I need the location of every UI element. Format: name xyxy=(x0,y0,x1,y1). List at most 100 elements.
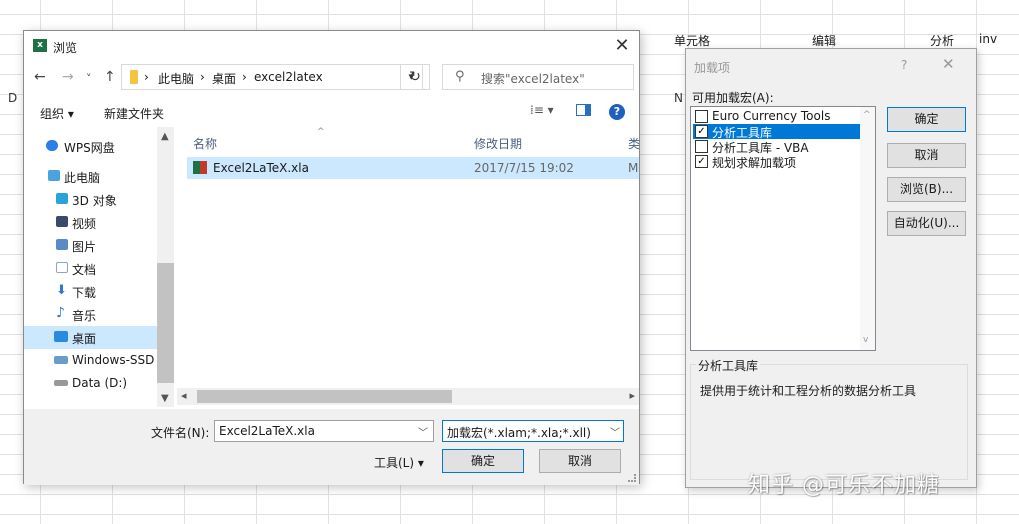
drive-icon xyxy=(54,356,68,364)
help-icon[interactable]: ? xyxy=(609,104,625,120)
resize-grip-icon[interactable] xyxy=(628,474,636,482)
video-icon xyxy=(56,216,68,227)
organize-menu[interactable]: 组织 ▾ xyxy=(40,105,74,122)
sidebar-item-documents[interactable]: 文档 xyxy=(24,257,174,280)
ok-button[interactable]: 确定 xyxy=(442,449,524,473)
cancel-button[interactable]: 取消 xyxy=(887,143,966,168)
sidebar-item-label: Data (D:) xyxy=(72,376,128,390)
column-header-n[interactable]: N xyxy=(674,91,683,105)
sidebar-item-this-pc[interactable]: 此电脑 xyxy=(24,165,174,188)
help-icon[interactable]: ? xyxy=(901,58,907,72)
available-addins-label: 可用加载宏(A): xyxy=(692,91,774,105)
sidebar-item-3d-objects[interactable]: 3D 对象 xyxy=(24,188,174,211)
excel-ribbon: 单元格 编辑 分析 inv xyxy=(640,24,1019,48)
column-header-date[interactable]: 修改日期 xyxy=(474,135,522,152)
scroll-right-icon[interactable]: ▸ xyxy=(629,389,635,402)
back-arrow-icon[interactable]: ← xyxy=(34,69,46,85)
document-icon xyxy=(56,262,68,273)
download-icon: ⬇ xyxy=(56,283,67,298)
checkbox[interactable]: ✓ xyxy=(695,125,708,138)
recent-locations-icon[interactable]: ˅ xyxy=(86,72,92,85)
addins-list-scrollbar[interactable]: ^ v xyxy=(860,107,875,350)
drive-icon xyxy=(54,380,68,386)
close-icon[interactable]: ✕ xyxy=(942,55,955,73)
search-box[interactable]: ⚲ 搜索"excel2latex" xyxy=(442,64,634,90)
checkbox[interactable]: ✓ xyxy=(695,155,708,168)
list-item[interactable]: Euro Currency Tools xyxy=(693,109,861,124)
chevron-down-icon[interactable]: ﹀ xyxy=(418,424,428,439)
browse-titlebar[interactable]: x 浏览 ✕ xyxy=(24,31,639,61)
addins-dialog: 加载项 ? ✕ 可用加载宏(A): Euro Currency Tools ✓ … xyxy=(685,48,977,488)
list-item[interactable]: ✓ 分析工具库 xyxy=(693,124,861,140)
sidebar-item-label: Windows-SSD ( xyxy=(72,353,157,367)
column-header-type[interactable]: 类 xyxy=(628,135,640,152)
sidebar-item-label: 此电脑 xyxy=(64,171,101,185)
scroll-left-icon[interactable]: ◂ xyxy=(181,389,187,402)
sidebar-item-label: 视频 xyxy=(72,217,97,231)
address-bar[interactable]: › 此电脑 › 桌面 › excel2latex ▾ xyxy=(121,64,423,90)
tools-menu[interactable]: 工具(L) ▾ xyxy=(374,454,424,471)
breadcrumb-this-pc[interactable]: 此电脑 xyxy=(158,70,194,87)
breadcrumb-separator: › xyxy=(200,70,205,84)
addins-list[interactable]: Euro Currency Tools ✓ 分析工具库 分析工具库 - VBA … xyxy=(690,106,876,351)
sidebar-item-videos[interactable]: 视频 xyxy=(24,211,174,234)
refresh-icon[interactable]: ↻ xyxy=(400,64,430,90)
sidebar-item-label: 下载 xyxy=(72,286,97,300)
ok-button[interactable]: 确定 xyxy=(887,107,966,132)
search-input[interactable]: 搜索"excel2latex" xyxy=(481,70,585,87)
list-item[interactable]: ✓ 规划求解加载项 xyxy=(693,154,861,170)
browse-button[interactable]: 浏览(B)... xyxy=(887,177,966,202)
sidebar-scroll-thumb[interactable] xyxy=(157,263,174,383)
sidebar-item-windows-ssd[interactable]: Windows-SSD ( xyxy=(24,349,157,372)
up-arrow-icon[interactable]: ↑ xyxy=(104,69,116,85)
browse-dialog: x 浏览 ✕ ← → ˅ ↑ › 此电脑 › 桌面 › excel2latex … xyxy=(23,30,640,485)
forward-arrow-icon[interactable]: → xyxy=(62,69,74,85)
sidebar-item-data-drive[interactable]: Data (D:) xyxy=(24,372,157,395)
view-options-icon[interactable]: ⁞≡ ▾ xyxy=(530,103,554,117)
preview-pane-icon[interactable] xyxy=(576,104,591,116)
file-list-hscrollbar[interactable]: ◂ ▸ xyxy=(177,388,639,405)
filename-input[interactable]: Excel2LaTeX.xla xyxy=(214,420,434,442)
ribbon-analyze[interactable]: 分析 xyxy=(930,32,954,49)
hscroll-thumb[interactable] xyxy=(197,390,452,403)
column-header-d[interactable]: D xyxy=(8,91,17,105)
breadcrumb-lead-chevron[interactable]: › xyxy=(144,70,149,84)
excel-app-icon: x xyxy=(33,39,47,52)
chevron-down-icon[interactable]: ﹀ xyxy=(610,424,620,439)
file-list: ^ 名称 修改日期 类 Excel2LaTeX.xla 2017/7/15 19… xyxy=(177,127,640,407)
ribbon-cells[interactable]: 单元格 xyxy=(674,32,710,49)
list-item[interactable]: 分析工具库 - VBA xyxy=(693,139,861,155)
automation-button[interactable]: 自动化(U)... xyxy=(887,211,966,236)
file-name: Excel2LaTeX.xla xyxy=(213,161,309,175)
sort-ascending-icon: ^ xyxy=(317,127,325,137)
sidebar-item-pictures[interactable]: 图片 xyxy=(24,234,174,257)
sidebar-item-wps-cloud[interactable]: WPS网盘 xyxy=(24,135,174,158)
file-row[interactable]: Excel2LaTeX.xla 2017/7/15 19:02 M xyxy=(187,157,639,179)
watermark: 知乎 @可乐不加糖 xyxy=(748,473,940,498)
sidebar-item-desktop[interactable]: 桌面 xyxy=(24,326,157,349)
checkbox[interactable] xyxy=(695,140,708,153)
addin-label: Euro Currency Tools xyxy=(712,109,831,123)
ribbon-edit[interactable]: 编辑 xyxy=(812,32,836,49)
scroll-down-icon[interactable]: v xyxy=(863,335,868,345)
filetype-select[interactable]: 加载宏(*.xlam;*.xla;*.xll) xyxy=(442,420,624,442)
sidebar-item-label: 3D 对象 xyxy=(72,194,117,208)
folder-icon xyxy=(130,70,138,84)
sidebar-item-music[interactable]: ♪ 音乐 xyxy=(24,303,174,326)
scroll-down-icon[interactable]: ▼ xyxy=(161,393,169,404)
close-icon[interactable]: ✕ xyxy=(613,35,631,56)
scroll-up-icon[interactable]: ▲ xyxy=(161,131,169,142)
sidebar-item-downloads[interactable]: ⬇ 下载 xyxy=(24,280,174,303)
music-icon: ♪ xyxy=(56,305,65,321)
command-toolbar: 组织 ▾ 新建文件夹 ⁞≡ ▾ ? xyxy=(24,97,639,127)
sidebar-item-label: 桌面 xyxy=(72,332,97,346)
addin-group-title: 分析工具库 xyxy=(696,357,761,374)
breadcrumb-excel2latex[interactable]: excel2latex xyxy=(254,70,323,84)
breadcrumb-desktop[interactable]: 桌面 xyxy=(212,70,236,87)
checkbox[interactable] xyxy=(695,110,708,123)
ribbon-inv[interactable]: inv xyxy=(979,32,997,46)
column-header-name[interactable]: 名称 xyxy=(193,135,217,152)
new-folder-button[interactable]: 新建文件夹 xyxy=(104,105,164,122)
scroll-up-icon[interactable]: ^ xyxy=(863,110,871,120)
cancel-button[interactable]: 取消 xyxy=(539,449,621,473)
